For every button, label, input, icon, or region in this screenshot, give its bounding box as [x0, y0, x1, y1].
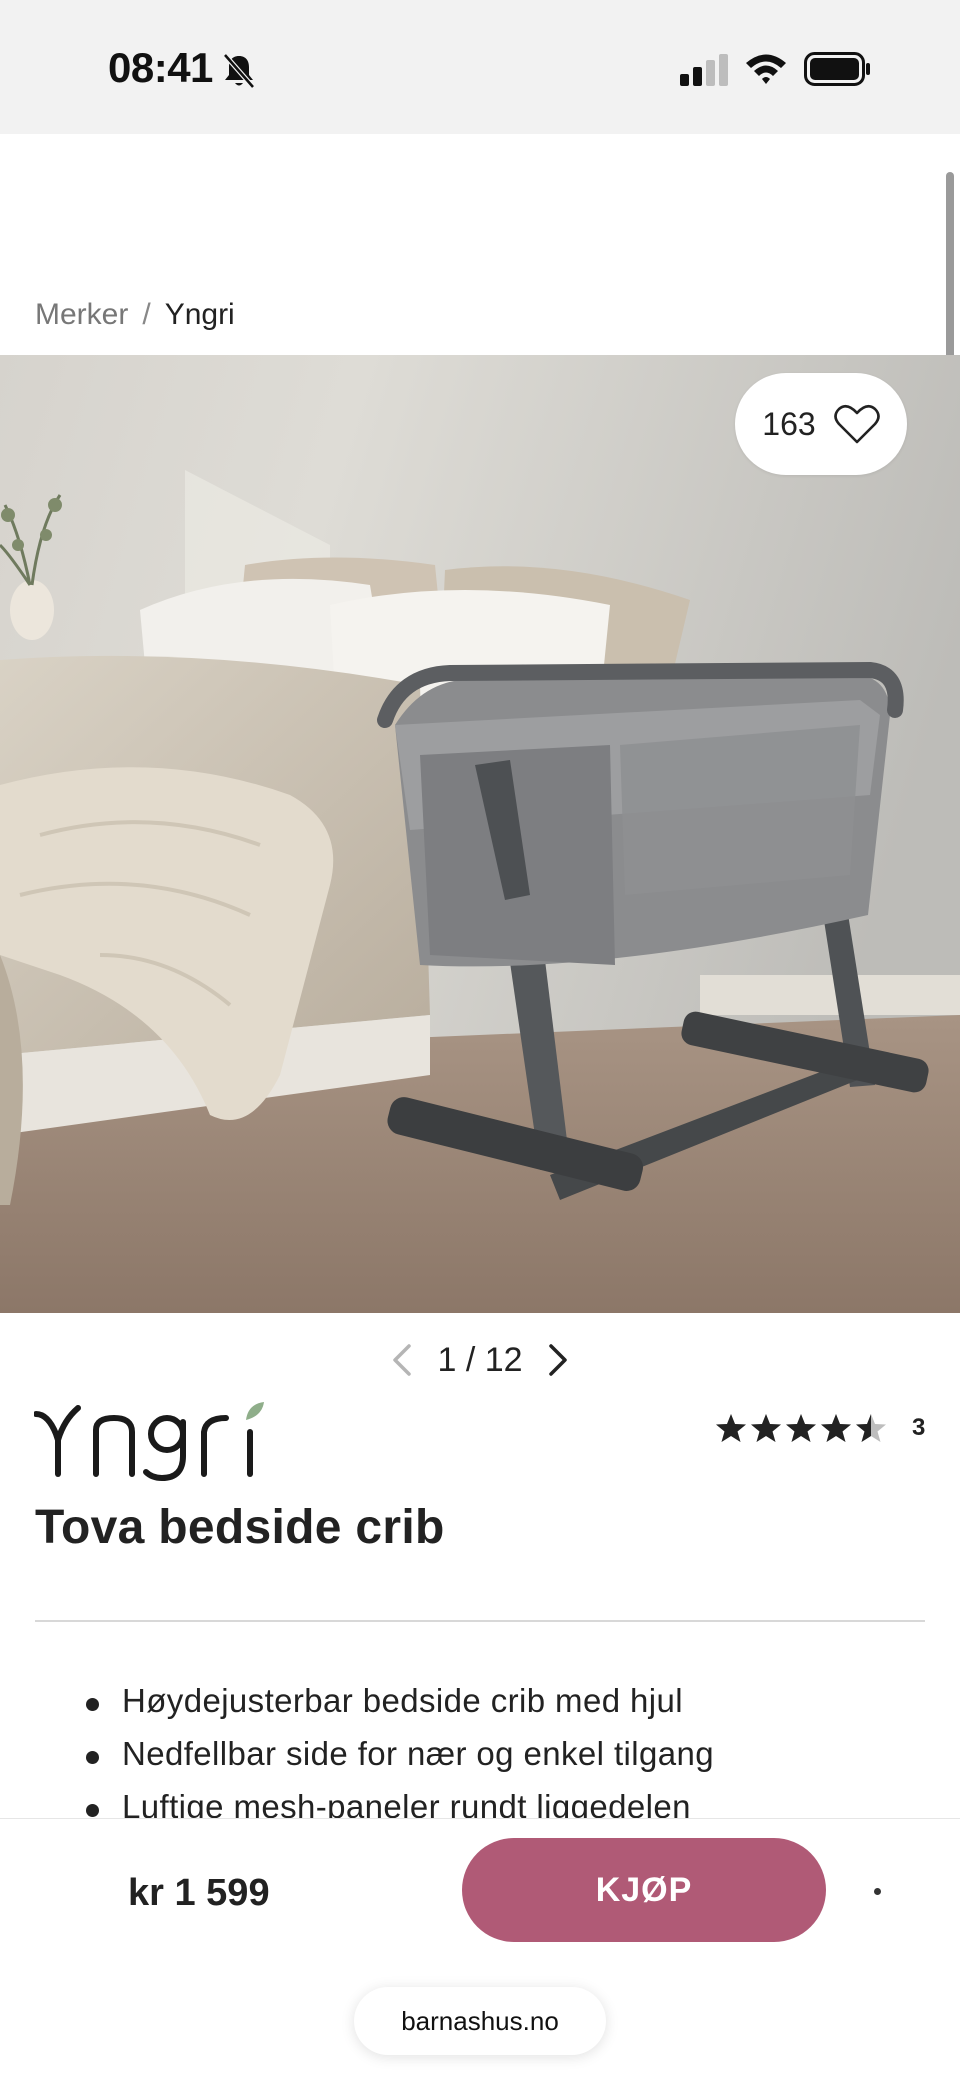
star-icon — [856, 1414, 886, 1442]
feature-item: Nedfellbar side for nær og enkel tilgang — [85, 1735, 715, 1772]
signal-icon — [680, 54, 728, 86]
breadcrumb-separator: / — [142, 298, 151, 331]
status-bar: 08:41 — [0, 0, 960, 134]
star-icon — [786, 1414, 816, 1442]
bell-muted-icon — [223, 53, 255, 89]
breadcrumb: Merker / Yngri — [35, 298, 235, 332]
product-rating[interactable]: 3 — [716, 1413, 925, 1443]
product-image[interactable] — [0, 355, 960, 1313]
pager-indicator: 1 / 12 — [437, 1341, 522, 1380]
like-button[interactable]: 163 — [735, 373, 907, 475]
chevron-left-icon[interactable] — [389, 1342, 415, 1378]
rating-stars — [716, 1413, 886, 1443]
divider — [35, 1620, 925, 1622]
product-price: kr 1 599 — [128, 1872, 270, 1914]
brand-logo-yngri[interactable] — [34, 1400, 274, 1482]
browser-address-bar[interactable]: barnashus.no — [354, 1987, 606, 2055]
buy-button[interactable]: KJØP — [462, 1838, 826, 1942]
buy-bar: kr 1 599 KJØP barnashus.no — [0, 1818, 960, 2086]
status-time: 08:41 — [108, 44, 213, 91]
review-count: 3 — [912, 1414, 926, 1441]
pager-current: 1 — [437, 1340, 457, 1379]
wifi-icon — [746, 54, 786, 84]
star-icon — [821, 1414, 851, 1442]
star-icon — [751, 1414, 781, 1442]
image-pager: 1 / 12 — [0, 1335, 960, 1385]
product-title: Tova bedside crib — [35, 1501, 445, 1554]
breadcrumb-current[interactable]: Yngri — [165, 298, 235, 331]
feature-list: Høydejusterbar bedside crib med hjul Ned… — [0, 1678, 960, 1818]
heart-icon — [833, 404, 880, 444]
battery-icon — [804, 52, 870, 86]
feature-item: Høydejusterbar bedside crib med hjul — [86, 1682, 683, 1719]
more-options-icon[interactable] — [874, 1888, 881, 1895]
breadcrumb-link-merker[interactable]: Merker — [35, 298, 128, 331]
star-icon — [716, 1414, 746, 1442]
pager-total: 12 — [484, 1340, 523, 1379]
feature-item: Luftige mesh-paneler rundt liggedelen — [86, 1788, 691, 1818]
pager-separator: / — [465, 1340, 476, 1379]
chevron-right-icon[interactable] — [545, 1342, 571, 1378]
like-count: 163 — [762, 405, 816, 442]
bedside-crib-photo — [0, 355, 960, 1313]
